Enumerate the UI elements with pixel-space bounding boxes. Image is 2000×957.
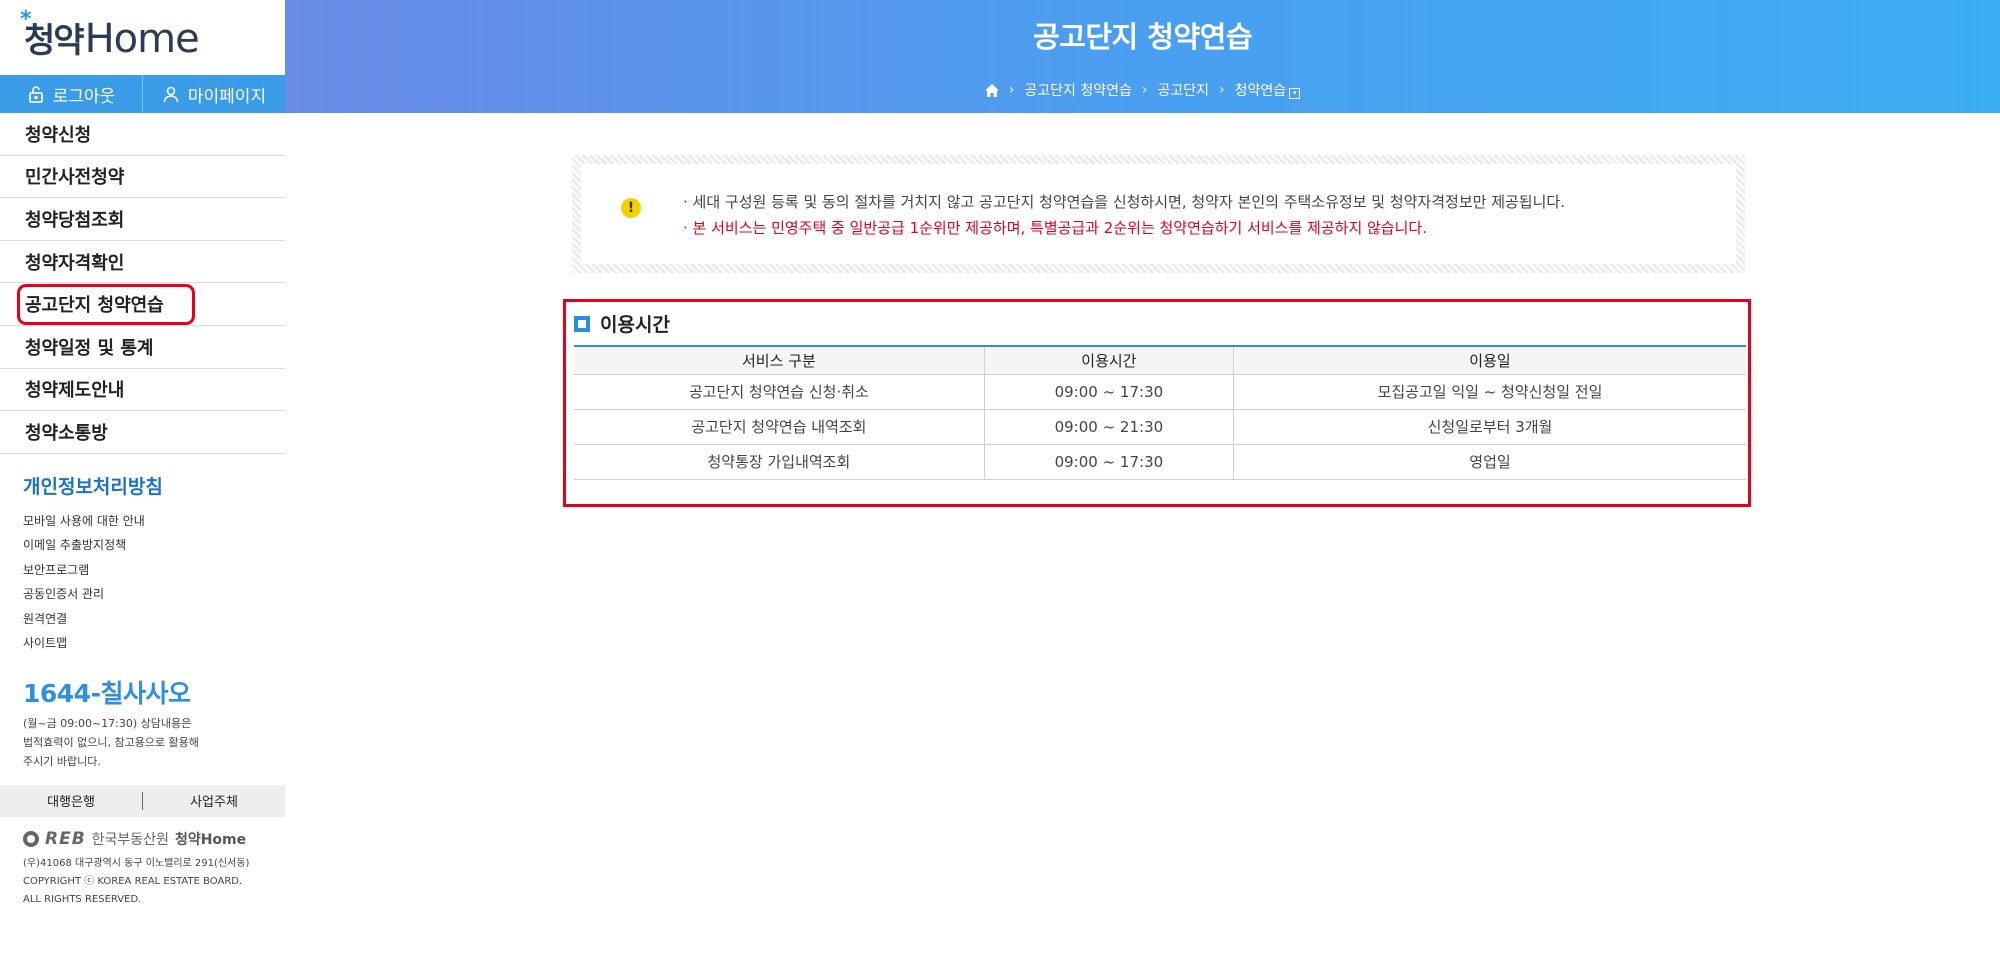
footer-copyright-1: COPYRIGHT ⓒ KOREA REAL ESTATE BOARD. [23, 875, 243, 887]
menu-item-label: 청약일정 및 통계 [25, 337, 154, 359]
breadcrumb-item-1[interactable]: 공고단지 청약연습 [1024, 80, 1132, 100]
chevron-right-icon: › [1141, 82, 1148, 98]
logout-button[interactable]: 로그아웃 [0, 75, 142, 113]
menu-item-community[interactable]: 청약소통방 [0, 411, 285, 454]
menu-item-private-pre-subscription[interactable]: 민간사전청약 [0, 156, 285, 199]
menu-item-label: 청약소통방 [25, 422, 108, 444]
section-title: 이용시간 [600, 314, 670, 336]
bank-bar: 대행은행 사업주체 [0, 784, 285, 817]
logout-label: 로그아웃 [52, 86, 116, 107]
home-icon[interactable] [984, 83, 999, 97]
table-cell: 09:00 ~ 17:30 [983, 444, 1234, 480]
menu-item-winning-lookup[interactable]: 청약당첨조회 [0, 198, 285, 241]
reb-logo: REB 한국부동산원 청약Home [23, 829, 285, 849]
hotline: 1644-칠사사오 (월~금 09:00~17:30) 상담내용은 법적효력이 … [0, 656, 285, 771]
table-cell: 모집공고일 익일 ~ 청약신청일 전일 [1232, 374, 1746, 410]
user-icon [163, 86, 179, 103]
policy-link-security[interactable]: 보안프로그램 [23, 558, 285, 583]
privacy-policy-link[interactable]: 개인정보처리방침 [23, 472, 285, 499]
reb-circle-icon [23, 830, 39, 847]
logo-ko-text: 청약 [24, 21, 85, 61]
section-bullet-icon [574, 315, 590, 332]
agent-bank-button[interactable]: 대행은행 [0, 791, 142, 810]
menu-item-label: 청약자격확인 [25, 252, 125, 274]
notice-box: ! · 세대 구성원 등록 및 동의 절차를 거치지 않고 공고단지 청약연습을… [572, 155, 1745, 273]
notice-line-1: · 세대 구성원 등록 및 동의 절차를 거치지 않고 공고단지 청약연습을 신… [683, 193, 1565, 211]
policy-link-email[interactable]: 이메일 추출방지정책 [23, 533, 285, 558]
menu-item-label: 청약제도안내 [25, 380, 125, 402]
hotline-desc-2: 법적효력이 없으니, 참고용으로 활용해 [23, 735, 199, 749]
table-cell: 09:00 ~ 21:30 [983, 409, 1234, 445]
chevron-right-icon: › [1008, 82, 1015, 98]
footer-copyright-2: ALL RIGHTS RESERVED. [23, 893, 142, 905]
menu-item-apply[interactable]: 청약신청 [0, 113, 285, 156]
breadcrumb-item-3-label: 청약연습 [1234, 83, 1287, 99]
column-header: 이용일 [1232, 346, 1746, 375]
hotline-number: 1644-칠사사오 [23, 678, 191, 708]
table-cell: 공고단지 청약연습 신청·취소 [574, 374, 985, 410]
reb-logo-text: REB [45, 828, 86, 849]
column-header: 서비스 구분 [574, 346, 985, 375]
table-row: 공고단지 청약연습 내역조회 09:00 ~ 21:30 신청일로부터 3개월 [574, 409, 1746, 445]
org-name: 한국부동산원 [91, 831, 169, 848]
dropdown-box-icon[interactable]: ▾ [1289, 88, 1301, 99]
page-title: 공고단지 청약연습 [1032, 20, 1253, 54]
table-cell: 09:00 ~ 17:30 [983, 374, 1234, 410]
sidebar: * 청약 Home 로그아웃 마이페이지 청약신청 민간사전청약 청약당첨조회 청… [0, 0, 285, 957]
page-header: 공고단지 청약연습 › 공고단지 청약연습 › 공고단지 › 청약연습 ▾ [285, 0, 2000, 113]
hotline-desc-1: (월~금 09:00~17:30) 상담내용은 [23, 716, 192, 730]
business-entity-button[interactable]: 사업주체 [143, 791, 285, 810]
brand-name: 청약Home [174, 831, 247, 848]
chevron-right-icon: › [1219, 82, 1225, 98]
menu-item-label: 청약신청 [25, 124, 92, 146]
table-row: 공고단지 청약연습 신청·취소 09:00 ~ 17:30 모집공고일 익일 ~… [574, 374, 1746, 410]
breadcrumb-item-3[interactable]: 청약연습 ▾ [1235, 80, 1301, 100]
policy-link-sitemap[interactable]: 사이트맵 [23, 631, 285, 656]
warning-icon: ! [621, 198, 641, 218]
menu-item-system-guide[interactable]: 청약제도안내 [0, 369, 285, 412]
table-cell: 청약통장 가입내역조회 [574, 444, 985, 480]
unlock-icon [28, 86, 43, 103]
policy-link-mobile[interactable]: 모바일 사용에 대한 안내 [23, 509, 285, 534]
footer-address: (우)41068 대구광역시 동구 이노밸리로 291(신서동) [23, 857, 250, 869]
menu-item-eligibility-check[interactable]: 청약자격확인 [0, 241, 285, 284]
table-cell: 영업일 [1232, 444, 1746, 480]
menu-highlight-box [17, 284, 195, 326]
mypage-label: 마이페이지 [187, 86, 267, 107]
notice-line-2: · 본 서비스는 민영주택 중 일반공급 1순위만 제공하며, 특별공급과 2순… [683, 219, 1427, 237]
policy-link-remote[interactable]: 원격연결 [23, 607, 285, 632]
table-row: 청약통장 가입내역조회 09:00 ~ 17:30 영업일 [574, 444, 1746, 480]
menu-item-label: 민간사전청약 [25, 167, 125, 189]
breadcrumb-item-2[interactable]: 공고단지 [1158, 80, 1210, 100]
menu-item-label: 청약당첨조회 [25, 209, 125, 231]
breadcrumb: › 공고단지 청약연습 › 공고단지 › 청약연습 ▾ [285, 80, 2000, 100]
logo[interactable]: * 청약 Home [0, 0, 285, 75]
column-header: 이용시간 [983, 346, 1234, 375]
menu-item-practice[interactable]: 공고단지 청약연습 [0, 283, 285, 326]
mypage-button[interactable]: 마이페이지 [142, 75, 285, 113]
table-header-row: 서비스 구분 이용시간 이용일 [574, 346, 1746, 375]
footer: REB 한국부동산원 청약Home (우)41068 대구광역시 동구 이노밸리… [0, 817, 285, 909]
usage-time-section: 이용시간 서비스 구분 이용시간 이용일 공고단지 청약연습 신청·취소 09:… [563, 299, 1751, 507]
usage-table: 서비스 구분 이용시간 이용일 공고단지 청약연습 신청·취소 09:00 ~ … [574, 345, 1746, 480]
table-cell: 공고단지 청약연습 내역조회 [574, 409, 985, 445]
main-menu: 청약신청 민간사전청약 청약당첨조회 청약자격확인 공고단지 청약연습 청약일정… [0, 113, 285, 454]
policy-section: 개인정보처리방침 모바일 사용에 대한 안내 이메일 추출방지정책 보안프로그램… [0, 454, 285, 656]
logo-star-icon: * [20, 7, 31, 32]
hotline-desc-3: 주시기 바랍니다. [23, 754, 101, 768]
auth-bar: 로그아웃 마이페이지 [0, 75, 285, 113]
menu-item-schedule-stats[interactable]: 청약일정 및 통계 [0, 326, 285, 369]
table-cell: 신청일로부터 3개월 [1232, 409, 1746, 445]
logo-en-text: Home [84, 16, 200, 62]
policy-link-certificate[interactable]: 공동인증서 관리 [23, 582, 285, 607]
